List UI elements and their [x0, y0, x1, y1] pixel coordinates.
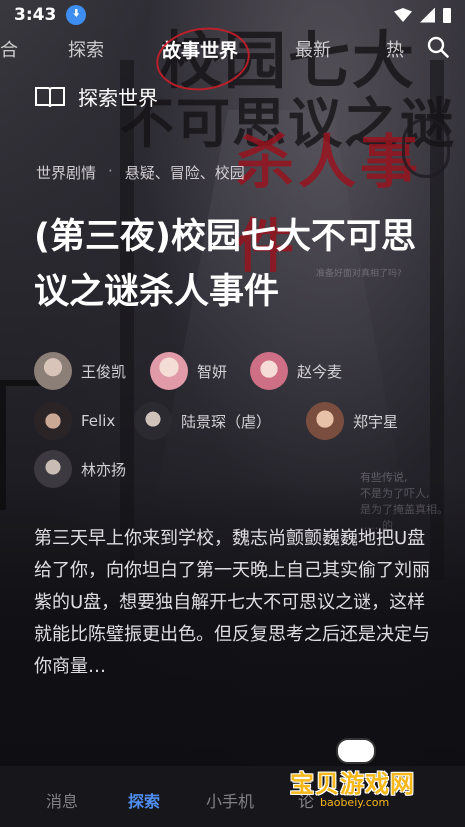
open-book-icon [35, 86, 65, 107]
avatar [306, 402, 344, 440]
signal-icon [420, 7, 435, 23]
cast-name: 赵今麦 [297, 362, 343, 381]
tab-partial-left[interactable]: 合 [0, 36, 18, 62]
cast-item[interactable]: 智妍 [150, 352, 227, 390]
nav-explore[interactable]: 探索 [128, 788, 160, 812]
cast-name: 王俊凯 [81, 362, 127, 381]
avatar [150, 352, 188, 390]
cast-item[interactable]: 赵今麦 [250, 352, 342, 390]
download-icon [66, 5, 87, 25]
cast-name: 郑宇星 [353, 412, 399, 431]
cast-item[interactable]: 王俊凯 [34, 352, 126, 390]
story-title: (第三夜)校园七大不可思议之谜杀人事件 [34, 217, 416, 312]
tab-explore[interactable]: 探索 [68, 36, 104, 62]
gamepad-icon [336, 738, 376, 764]
wifi-icon [394, 8, 412, 22]
cast-name: 林亦扬 [81, 460, 127, 479]
cast-item[interactable]: 林亦扬 [34, 450, 126, 488]
cast-name: 陆景琛（虐） [181, 412, 272, 431]
avatar [34, 352, 72, 390]
cast-name: Felix [81, 412, 116, 430]
nav-mini-phone[interactable]: 小手机 [206, 788, 254, 812]
nav-messages[interactable]: 消息 [46, 788, 78, 812]
section-header: 探索世界 [34, 82, 158, 111]
section-title: 探索世界 [78, 86, 158, 110]
status-time: 3:43 [14, 5, 57, 25]
battery-icon [443, 7, 451, 23]
avatar [34, 450, 72, 488]
avatar [250, 352, 288, 390]
meta-separator: · [108, 162, 113, 180]
avatar [34, 402, 72, 440]
story-meta: 世界剧情 · 悬疑、冒险、校园 [36, 162, 245, 183]
tab-latest[interactable]: 最新 [295, 36, 331, 62]
clock-icon [402, 118, 450, 178]
story-description: 第三天早上你来到学校，魏志尚颤颤巍巍地把U盘给了你，向你坦白了第一天晚上自己其实… [34, 528, 430, 677]
cast-name: 智妍 [197, 362, 228, 381]
search-icon[interactable] [427, 36, 449, 58]
cast-item[interactable]: Felix [34, 402, 115, 440]
avatar [134, 402, 172, 440]
watermark-logo-text: 宝贝游戏网 [290, 770, 415, 798]
genre-label: 悬疑、冒险、校园 [124, 164, 245, 182]
watermark-url: baobeiy.com [320, 796, 390, 809]
cast-item[interactable]: 郑宇星 [306, 402, 398, 440]
cast-item[interactable]: 陆景琛（虐） [134, 402, 271, 440]
category-label: 世界剧情 [36, 164, 97, 182]
tab-hot[interactable]: 热 [386, 36, 404, 62]
status-bar: 3:43 [0, 0, 465, 30]
